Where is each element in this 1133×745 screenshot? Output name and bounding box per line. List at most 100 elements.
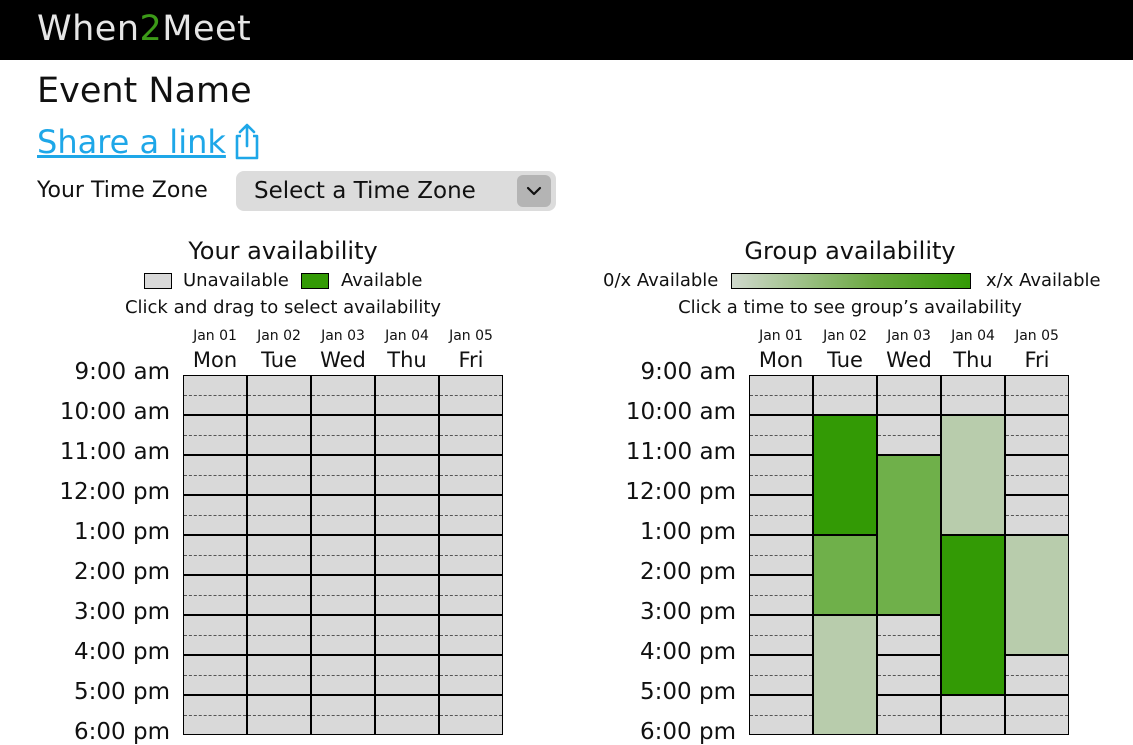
half-hour-divider [184, 555, 246, 556]
half-hour-divider [248, 475, 310, 476]
your-time-slot[interactable] [439, 575, 503, 615]
your-time-slot[interactable] [183, 655, 247, 695]
legend-unavailable-swatch [144, 273, 172, 289]
timezone-select[interactable]: Select a Time Zone [236, 171, 556, 211]
your-time-slot[interactable] [439, 655, 503, 695]
group-time-slot[interactable] [749, 495, 813, 535]
your-time-slot[interactable] [439, 415, 503, 455]
app-logo[interactable]: When2Meet [37, 9, 251, 49]
logo-text-2: 2 [139, 9, 163, 49]
group-availability-block[interactable] [813, 535, 877, 615]
timezone-label: Your Time Zone [37, 178, 208, 203]
your-time-slot[interactable] [311, 575, 375, 615]
your-time-slot[interactable] [247, 695, 311, 735]
half-hour-divider [750, 555, 812, 556]
your-col-date: Jan 04 [385, 328, 429, 344]
group-time-slot[interactable] [749, 615, 813, 655]
share-icon[interactable] [233, 122, 261, 160]
half-hour-divider [1006, 715, 1068, 716]
your-time-slot[interactable] [311, 655, 375, 695]
your-time-label: 10:00 am [59, 399, 170, 425]
your-time-slot[interactable] [247, 535, 311, 575]
group-time-slot[interactable] [877, 695, 941, 735]
your-time-slot[interactable] [183, 495, 247, 535]
group-time-slot[interactable] [1005, 495, 1069, 535]
your-availability-grid[interactable] [183, 375, 504, 735]
group-availability-block[interactable] [1005, 535, 1069, 655]
group-time-slot[interactable] [877, 375, 941, 415]
your-time-slot[interactable] [375, 575, 439, 615]
group-time-slot[interactable] [749, 655, 813, 695]
group-time-slot[interactable] [1005, 655, 1069, 695]
your-time-slot[interactable] [183, 575, 247, 615]
group-time-slot[interactable] [941, 375, 1005, 415]
group-time-slot[interactable] [1005, 375, 1069, 415]
your-time-slot[interactable] [439, 455, 503, 495]
your-time-slot[interactable] [375, 415, 439, 455]
your-time-slot[interactable] [311, 455, 375, 495]
your-time-slot[interactable] [439, 375, 503, 415]
your-time-label: 1:00 pm [74, 519, 170, 545]
group-availability-block[interactable] [877, 455, 941, 615]
group-time-slot[interactable] [877, 655, 941, 695]
group-time-slot[interactable] [749, 695, 813, 735]
your-time-slot[interactable] [375, 655, 439, 695]
group-time-slot[interactable] [749, 415, 813, 455]
half-hour-divider [878, 675, 940, 676]
group-col-day: Fri [1024, 348, 1050, 372]
group-time-slot[interactable] [749, 535, 813, 575]
your-time-slot[interactable] [247, 415, 311, 455]
your-time-slot[interactable] [247, 655, 311, 695]
your-time-slot[interactable] [311, 695, 375, 735]
your-time-slot[interactable] [439, 695, 503, 735]
group-time-slot[interactable] [749, 575, 813, 615]
your-time-slot[interactable] [183, 375, 247, 415]
your-time-slot[interactable] [247, 495, 311, 535]
group-time-slot[interactable] [1005, 695, 1069, 735]
group-availability-block[interactable] [813, 415, 877, 535]
group-availability-grid[interactable] [749, 375, 1070, 735]
group-time-slot[interactable] [877, 415, 941, 455]
your-time-slot[interactable] [311, 375, 375, 415]
share-link[interactable]: Share a link [37, 122, 226, 162]
your-time-slot[interactable] [375, 615, 439, 655]
group-time-slot[interactable] [749, 455, 813, 495]
your-time-slot[interactable] [311, 615, 375, 655]
your-time-slot[interactable] [183, 535, 247, 575]
group-availability-block[interactable] [813, 615, 877, 735]
your-time-slot[interactable] [247, 455, 311, 495]
group-availability-block[interactable] [941, 415, 1005, 535]
group-time-slot[interactable] [941, 695, 1005, 735]
your-time-slot[interactable] [247, 375, 311, 415]
your-time-slot[interactable] [439, 495, 503, 535]
half-hour-divider [248, 555, 310, 556]
your-time-slot[interactable] [183, 455, 247, 495]
group-availability-instruction: Click a time to see group’s availability [678, 297, 1022, 318]
your-time-slot[interactable] [183, 415, 247, 455]
your-time-slot[interactable] [375, 495, 439, 535]
your-time-slot[interactable] [247, 575, 311, 615]
group-time-slot[interactable] [1005, 415, 1069, 455]
your-time-slot[interactable] [311, 415, 375, 455]
your-availability-instruction: Click and drag to select availability [124, 297, 442, 318]
group-availability-block[interactable] [941, 535, 1005, 695]
group-time-slot[interactable] [1005, 455, 1069, 495]
group-time-label: 12:00 pm [625, 479, 736, 505]
logo-text-meet: Meet [162, 9, 252, 49]
chevron-down-icon[interactable] [517, 175, 551, 207]
your-time-slot[interactable] [439, 535, 503, 575]
your-time-slot[interactable] [183, 695, 247, 735]
your-time-slot[interactable] [311, 535, 375, 575]
your-time-slot[interactable] [439, 615, 503, 655]
your-time-slot[interactable] [311, 495, 375, 535]
your-col-date: Jan 05 [449, 328, 493, 344]
your-time-slot[interactable] [375, 455, 439, 495]
your-time-slot[interactable] [375, 375, 439, 415]
your-time-slot[interactable] [183, 615, 247, 655]
your-time-slot[interactable] [375, 695, 439, 735]
group-time-slot[interactable] [877, 615, 941, 655]
your-time-slot[interactable] [375, 535, 439, 575]
group-time-slot[interactable] [813, 375, 877, 415]
group-time-slot[interactable] [749, 375, 813, 415]
your-time-slot[interactable] [247, 615, 311, 655]
